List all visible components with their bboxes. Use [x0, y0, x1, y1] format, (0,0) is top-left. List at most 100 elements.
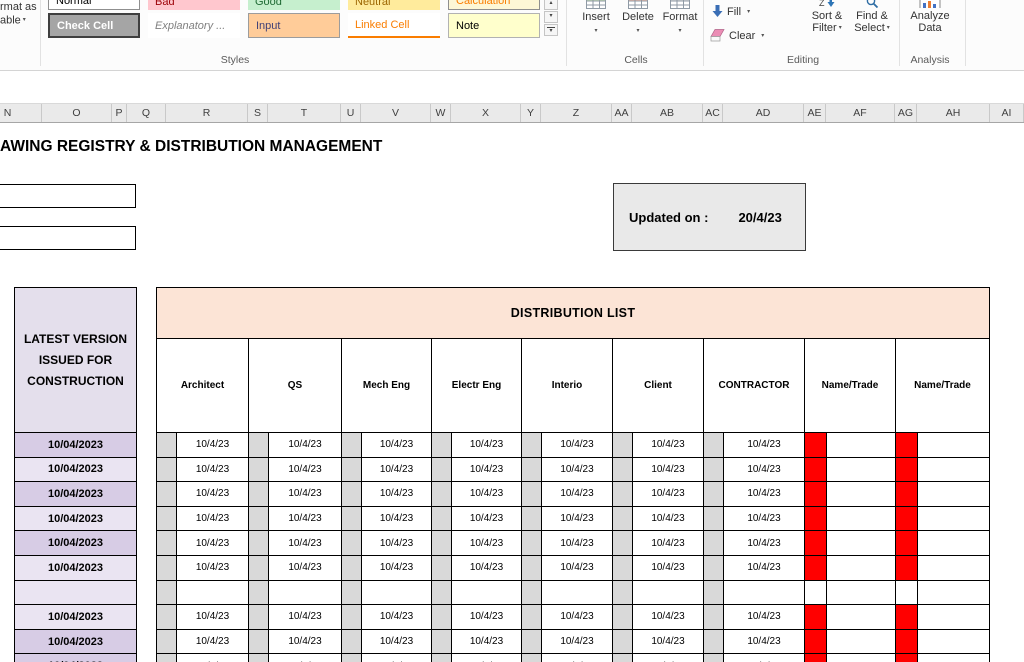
- name-trade-cell[interactable]: [827, 458, 896, 483]
- name-trade-cell[interactable]: [827, 482, 896, 507]
- name-trade-cell[interactable]: [827, 654, 896, 662]
- format-as-table-button[interactable]: rmat as able▾: [0, 1, 37, 27]
- spacer-cell[interactable]: [432, 531, 452, 556]
- column-header-S[interactable]: S: [248, 104, 268, 122]
- date-cell[interactable]: 10/4/23: [177, 458, 249, 483]
- date-cell[interactable]: 10/4/23: [633, 458, 704, 483]
- column-header-Y[interactable]: Y: [521, 104, 541, 122]
- date-cell[interactable]: 10/4/23: [269, 605, 342, 630]
- spacer-cell[interactable]: [432, 482, 452, 507]
- flag-cell[interactable]: [896, 654, 918, 662]
- column-header-T[interactable]: T: [268, 104, 341, 122]
- flag-cell[interactable]: [805, 458, 827, 483]
- spacer-cell[interactable]: [342, 531, 362, 556]
- name-trade-cell[interactable]: [918, 581, 990, 606]
- column-header-W[interactable]: W: [431, 104, 451, 122]
- flag-cell[interactable]: [896, 433, 918, 458]
- date-cell[interactable]: [724, 581, 805, 606]
- distribution-column-architect-1[interactable]: Architect: [157, 339, 249, 433]
- latest-version-cell-row9[interactable]: 10/04/2023: [15, 630, 136, 655]
- column-header-Q[interactable]: Q: [127, 104, 166, 122]
- column-header-N[interactable]: N: [0, 104, 42, 122]
- spacer-cell[interactable]: [613, 556, 633, 581]
- name-trade-cell[interactable]: [918, 605, 990, 630]
- date-cell[interactable]: [633, 581, 704, 606]
- date-cell[interactable]: 10/4/23: [177, 654, 249, 662]
- date-cell[interactable]: 10/4/23: [362, 507, 432, 532]
- good-style[interactable]: Good: [248, 0, 340, 10]
- date-cell[interactable]: 10/4/23: [724, 531, 805, 556]
- date-cell[interactable]: 10/4/23: [362, 556, 432, 581]
- flag-cell[interactable]: [896, 482, 918, 507]
- spacer-cell[interactable]: [704, 507, 724, 532]
- spacer-cell[interactable]: [522, 458, 542, 483]
- bad-style[interactable]: Bad: [148, 0, 240, 10]
- check-cell-style[interactable]: Check Cell: [48, 13, 140, 38]
- flag-cell[interactable]: [805, 581, 827, 606]
- date-cell[interactable]: 10/4/23: [633, 433, 704, 458]
- date-cell[interactable]: 10/4/23: [452, 433, 522, 458]
- name-trade-cell[interactable]: [918, 654, 990, 662]
- name-trade-cell[interactable]: [918, 507, 990, 532]
- spacer-cell[interactable]: [249, 531, 269, 556]
- date-cell[interactable]: 10/4/23: [177, 482, 249, 507]
- spacer-cell[interactable]: [613, 654, 633, 662]
- distribution-column-mech-eng-3[interactable]: Mech Eng: [342, 339, 432, 433]
- date-cell[interactable]: 10/4/23: [177, 433, 249, 458]
- spacer-cell[interactable]: [157, 581, 177, 606]
- distribution-column-name-trade-8[interactable]: Name/Trade: [805, 339, 896, 433]
- flag-cell[interactable]: [896, 605, 918, 630]
- spacer-cell[interactable]: [342, 654, 362, 662]
- date-cell[interactable]: 10/4/23: [269, 458, 342, 483]
- spacer-cell[interactable]: [432, 581, 452, 606]
- spacer-cell[interactable]: [613, 458, 633, 483]
- info-box-1[interactable]: [0, 184, 136, 208]
- spacer-cell[interactable]: [342, 581, 362, 606]
- calculation-style[interactable]: Calculation: [448, 0, 540, 10]
- spacer-cell[interactable]: [522, 654, 542, 662]
- date-cell[interactable]: 10/4/23: [542, 458, 613, 483]
- spacer-cell[interactable]: [522, 433, 542, 458]
- gallery-more-icon[interactable]: ▾: [544, 24, 558, 36]
- spacer-cell[interactable]: [522, 507, 542, 532]
- name-trade-cell[interactable]: [827, 433, 896, 458]
- date-cell[interactable]: 10/4/23: [724, 654, 805, 662]
- find-select-button[interactable]: Find & Select▾: [849, 0, 895, 34]
- spacer-cell[interactable]: [249, 556, 269, 581]
- flag-cell[interactable]: [805, 630, 827, 655]
- column-header-X[interactable]: X: [451, 104, 521, 122]
- note-style[interactable]: Note: [448, 13, 540, 38]
- analyze-data-button[interactable]: Analyze Data: [903, 0, 957, 34]
- date-cell[interactable]: 10/4/23: [269, 556, 342, 581]
- flag-cell[interactable]: [896, 458, 918, 483]
- date-cell[interactable]: 10/4/23: [633, 482, 704, 507]
- latest-version-cell-row8[interactable]: 10/04/2023: [15, 605, 136, 630]
- name-trade-cell[interactable]: [827, 556, 896, 581]
- date-cell[interactable]: 10/4/23: [633, 507, 704, 532]
- spacer-cell[interactable]: [522, 482, 542, 507]
- column-header-P[interactable]: P: [112, 104, 127, 122]
- spacer-cell[interactable]: [432, 507, 452, 532]
- date-cell[interactable]: [269, 581, 342, 606]
- spacer-cell[interactable]: [432, 433, 452, 458]
- spacer-cell[interactable]: [522, 630, 542, 655]
- date-cell[interactable]: 10/4/23: [269, 507, 342, 532]
- spacer-cell[interactable]: [342, 507, 362, 532]
- spacer-cell[interactable]: [157, 605, 177, 630]
- spacer-cell[interactable]: [157, 654, 177, 662]
- date-cell[interactable]: 10/4/23: [633, 605, 704, 630]
- spacer-cell[interactable]: [432, 630, 452, 655]
- flag-cell[interactable]: [896, 630, 918, 655]
- date-cell[interactable]: 10/4/23: [633, 531, 704, 556]
- spacer-cell[interactable]: [704, 581, 724, 606]
- spacer-cell[interactable]: [342, 605, 362, 630]
- spacer-cell[interactable]: [157, 433, 177, 458]
- spacer-cell[interactable]: [432, 556, 452, 581]
- date-cell[interactable]: 10/4/23: [542, 630, 613, 655]
- distribution-column-contractor-7[interactable]: CONTRACTOR: [704, 339, 805, 433]
- spacer-cell[interactable]: [249, 605, 269, 630]
- date-cell[interactable]: 10/4/23: [177, 556, 249, 581]
- date-cell[interactable]: 10/4/23: [724, 458, 805, 483]
- spacer-cell[interactable]: [522, 556, 542, 581]
- date-cell[interactable]: 10/4/23: [724, 507, 805, 532]
